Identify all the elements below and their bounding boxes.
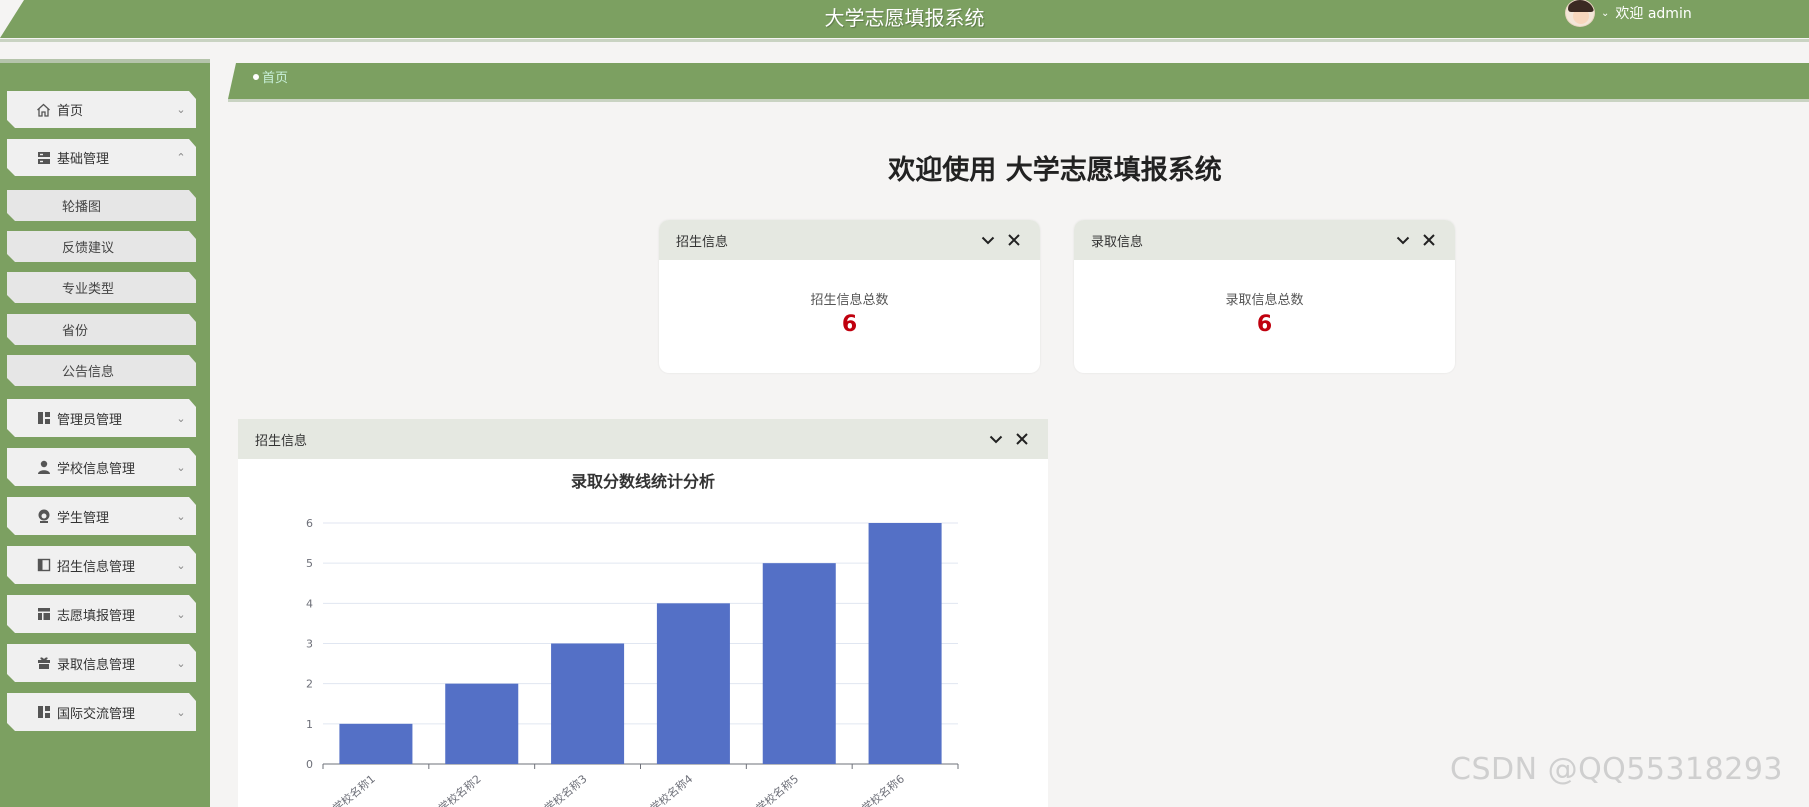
chevron-down-icon: ⌄	[176, 558, 186, 572]
watermark: CSDN @QQ55318293	[1450, 752, 1783, 787]
chevron-down-icon: ⌄	[176, 103, 186, 116]
breadcrumb	[228, 63, 1809, 99]
sidebar-item-label: 基础管理	[57, 152, 110, 167]
card-title: 招生信息	[255, 433, 308, 449]
chart-card: 招生信息 录取分数线统计分析 0 1 2 3 4 5 6 学校名称1 学校名称2 学校名称3 学校名…	[238, 419, 1048, 807]
chevron-down-icon[interactable]: ⌄	[1601, 8, 1609, 19]
sidebar-item-label: 首页	[57, 104, 84, 119]
close-icon[interactable]	[1014, 431, 1030, 447]
sidebar-subitem-notice[interactable]: 公告信息	[7, 355, 196, 386]
card-header: 招生信息	[659, 220, 1040, 260]
sidebar-item-label: 志愿填报管理	[57, 608, 136, 624]
sidebar-subitem-major-type[interactable]: 专业类型	[7, 272, 196, 303]
welcome-user-text: 欢迎 admin	[1615, 6, 1692, 22]
card-header: 录取信息	[1074, 220, 1455, 260]
chevron-up-icon: ⌃	[176, 151, 186, 164]
sidebar-item-school[interactable]: 学校信息管理 ⌄	[7, 448, 196, 486]
close-icon[interactable]	[1006, 232, 1022, 248]
y-tick-label: 0	[306, 758, 313, 771]
chevron-down-icon[interactable]	[1395, 232, 1411, 248]
gift-icon	[36, 656, 51, 670]
chevron-down-icon: ⌄	[176, 411, 186, 425]
chart-bar[interactable]	[445, 683, 519, 764]
stat-label: 招生信息总数	[810, 293, 889, 308]
y-tick-label: 6	[306, 517, 313, 530]
panel-icon	[36, 558, 51, 572]
chevron-down-icon: ⌄	[176, 509, 186, 523]
x-tick-label: 学校名称2	[436, 772, 484, 807]
dashboard-icon	[36, 705, 51, 719]
y-tick-label: 3	[306, 638, 313, 651]
sidebar-item-admin[interactable]: 管理员管理 ⌄	[7, 399, 196, 437]
card-header: 招生信息	[238, 419, 1048, 459]
dot-icon	[253, 73, 259, 80]
stat-label: 录取信息总数	[1225, 293, 1304, 308]
y-tick-label: 4	[306, 597, 313, 610]
chevron-down-icon: ⌄	[176, 607, 186, 621]
x-tick-label: 学校名称5	[753, 772, 801, 807]
user-icon	[36, 460, 51, 474]
y-tick-label: 2	[306, 678, 313, 691]
top-bar-divider	[0, 39, 1809, 42]
breadcrumb-label: 首页	[262, 71, 289, 86]
stat-value: 6	[841, 312, 858, 337]
sidebar-item-home[interactable]: 首页 ⌄	[7, 91, 196, 128]
chart-title: 录取分数线统计分析	[571, 472, 715, 491]
close-icon[interactable]	[1421, 232, 1437, 248]
chart-bar[interactable]	[656, 603, 730, 764]
chevron-down-icon: ⌄	[176, 705, 186, 719]
breadcrumb-divider	[228, 99, 1809, 102]
home-icon	[36, 103, 51, 117]
bar-chart: 录取分数线统计分析 0 1 2 3 4 5 6 学校名称1 学校名称2 学校名称3 学校名称4 学校名…	[306, 472, 959, 807]
avatar[interactable]	[1565, 0, 1595, 27]
stat-value: 6	[1256, 312, 1273, 337]
user-menu[interactable]: ⌄ 欢迎 admin	[1565, 0, 1692, 27]
sidebar-item-application[interactable]: 志愿填报管理 ⌄	[7, 595, 196, 633]
sidebar-item-enrollment[interactable]: 招生信息管理 ⌄	[7, 546, 196, 584]
chart-bar[interactable]	[551, 643, 625, 765]
sidebar-subitem-province[interactable]: 省份	[7, 314, 196, 345]
sidebar-item-label: 国际交流管理	[57, 706, 136, 722]
sidebar-item-admission[interactable]: 录取信息管理 ⌄	[7, 644, 196, 682]
sidebar-item-label: 管理员管理	[57, 412, 123, 428]
sidebar-item-student[interactable]: 学生管理 ⌄	[7, 497, 196, 535]
student-icon	[36, 509, 51, 523]
sidebar-item-label: 学生管理	[57, 510, 110, 526]
chart-bar[interactable]	[339, 723, 413, 764]
dashboard-icon	[36, 411, 51, 425]
chevron-down-icon: ⌄	[176, 656, 186, 670]
x-tick-label: 学校名称6	[859, 772, 907, 807]
sidebar: 首页 ⌄ 基础管理 ⌃ 轮播图 反馈建议 专业类型 省份 公告信息 管理员管理 …	[0, 59, 210, 807]
table-icon	[36, 607, 51, 621]
admission-stat-card: 录取信息 录取信息总数 6	[1074, 220, 1455, 373]
chart-bar[interactable]	[868, 523, 942, 764]
app-title: 大学志愿填报系统	[824, 6, 985, 30]
sidebar-item-label: 招生信息管理	[57, 559, 136, 575]
chevron-down-icon[interactable]	[988, 431, 1004, 447]
x-tick-label: 学校名称4	[647, 772, 695, 807]
card-title: 录取信息	[1091, 234, 1144, 250]
x-tick-label: 学校名称3	[541, 772, 589, 807]
breadcrumb-home[interactable]: 首页	[253, 67, 288, 86]
top-bar: 大学志愿填报系统 ⌄ 欢迎 admin	[0, 0, 1809, 42]
sidebar-item-label: 学校信息管理	[57, 461, 136, 477]
sidebar-subitem-carousel[interactable]: 轮播图	[7, 190, 196, 221]
chevron-down-icon: ⌄	[176, 460, 186, 474]
y-tick-label: 1	[306, 718, 313, 731]
card-title: 招生信息	[676, 234, 729, 250]
sidebar-subitem-feedback[interactable]: 反馈建议	[7, 231, 196, 262]
chart-bar[interactable]	[762, 563, 836, 764]
enrollment-stat-card: 招生信息 招生信息总数 6	[659, 220, 1040, 373]
sidebar-item-basic[interactable]: 基础管理 ⌃	[7, 139, 196, 176]
page-title: 欢迎使用 大学志愿填报系统	[888, 155, 1222, 186]
chevron-down-icon[interactable]	[980, 232, 996, 248]
database-icon	[36, 151, 51, 165]
sidebar-item-label: 录取信息管理	[57, 657, 136, 673]
sidebar-item-international[interactable]: 国际交流管理 ⌄	[7, 693, 196, 731]
y-tick-label: 5	[306, 557, 313, 570]
x-tick-label: 学校名称1	[330, 772, 378, 807]
